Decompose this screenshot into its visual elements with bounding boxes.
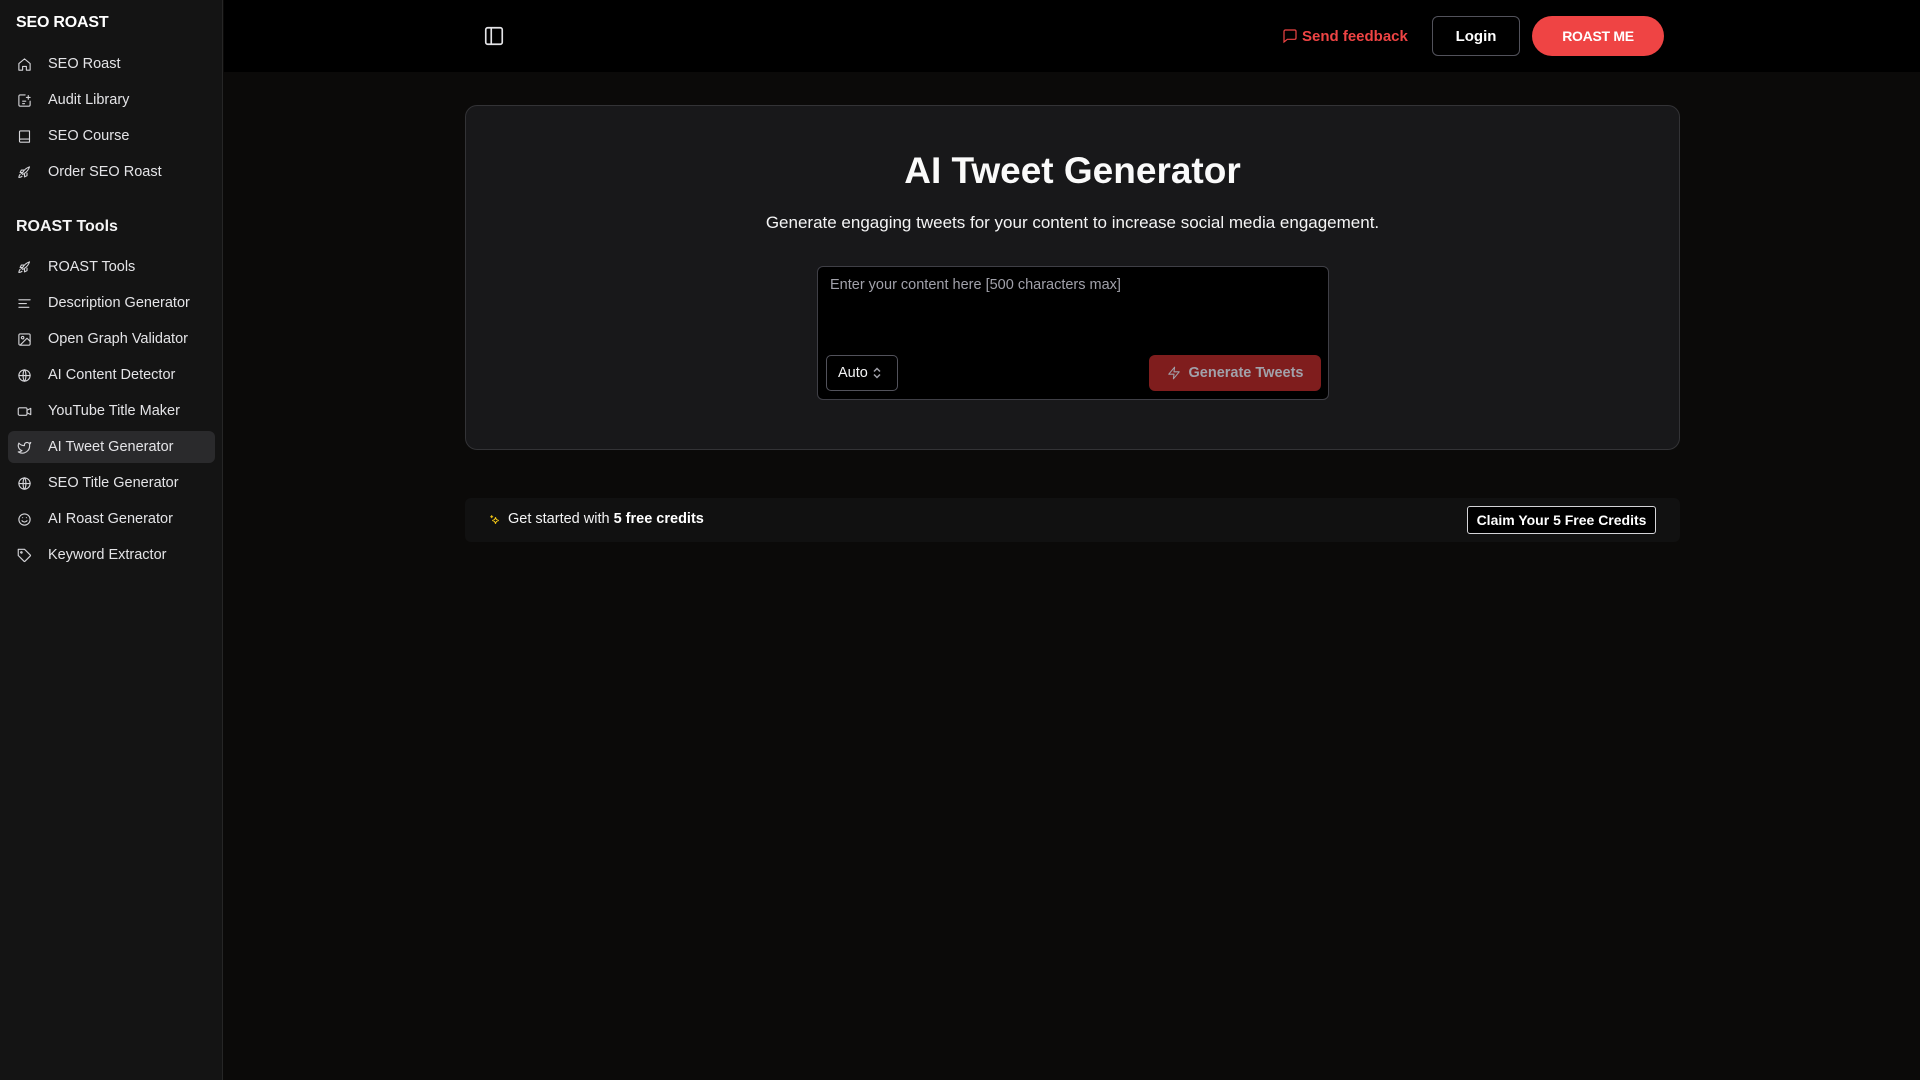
- home-icon: [16, 56, 32, 72]
- library-icon: [16, 92, 32, 108]
- panel-left-icon: [484, 26, 504, 46]
- login-button[interactable]: Login: [1432, 16, 1520, 56]
- tone-select[interactable]: Auto: [826, 355, 898, 391]
- roast-me-button[interactable]: ROAST ME: [1532, 16, 1664, 56]
- sidebar-item-ai-tweet-generator[interactable]: AI Tweet Generator: [8, 431, 215, 463]
- sidebar-item-label: Audit Library: [48, 92, 130, 108]
- sidebar-toggle-button[interactable]: [482, 24, 506, 48]
- lightning-icon: [1167, 366, 1180, 380]
- sidebar-item-label: SEO Course: [48, 128, 130, 144]
- credits-text: Get started with 5 free credits: [508, 511, 704, 527]
- sidebar-item-keyword-extractor[interactable]: Keyword Extractor: [8, 539, 215, 571]
- claim-free-credits-button[interactable]: Claim Your 5 Free Credits: [1467, 506, 1656, 534]
- credits-highlight: 5 free credits: [613, 511, 704, 527]
- tag-icon: [16, 547, 32, 563]
- tone-select-value: Auto: [838, 365, 868, 381]
- sidebar-item-seo-title-generator[interactable]: SEO Title Generator: [8, 467, 215, 499]
- content-composer: Auto Generate Tweets: [817, 266, 1329, 400]
- sidebar-item-label: Order SEO Roast: [48, 164, 162, 180]
- smile-icon: [16, 511, 32, 527]
- sidebar-section-title: ROAST Tools: [16, 218, 118, 235]
- sidebar: SEO ROAST SEO Roast Audit Library SEO Co…: [0, 0, 223, 1080]
- send-feedback-label: Send feedback: [1302, 27, 1408, 45]
- sidebar-item-roast-tools[interactable]: ROAST Tools: [8, 251, 215, 283]
- tweet-generator-card: AI Tweet Generator Generate engaging twe…: [465, 105, 1680, 450]
- sidebar-item-label: SEO Roast: [48, 56, 121, 72]
- sidebar-item-label: AI Tweet Generator: [48, 439, 174, 455]
- sidebar-item-order-seo-roast[interactable]: Order SEO Roast: [8, 156, 215, 188]
- sidebar-item-open-graph-validator[interactable]: Open Graph Validator: [8, 323, 215, 355]
- message-icon: [1283, 29, 1297, 44]
- sidebar-item-label: AI Roast Generator: [48, 511, 173, 527]
- sidebar-item-description-generator[interactable]: Description Generator: [8, 287, 215, 319]
- sidebar-item-label: YouTube Title Maker: [48, 403, 180, 419]
- rocket-icon: [16, 259, 32, 275]
- video-icon: [16, 403, 32, 419]
- top-header: Send feedback Login ROAST ME: [224, 0, 1920, 72]
- rocket-icon: [16, 164, 32, 180]
- chevron-up-down-icon: [873, 367, 881, 379]
- book-icon: [16, 128, 32, 144]
- globe-icon: [16, 475, 32, 491]
- credits-prefix: Get started with: [508, 511, 610, 527]
- sidebar-item-label: Open Graph Validator: [48, 331, 188, 347]
- content-input[interactable]: [818, 267, 1328, 347]
- globe-icon: [16, 367, 32, 383]
- sidebar-item-seo-course[interactable]: SEO Course: [8, 120, 215, 152]
- twitter-icon: [16, 439, 32, 455]
- sidebar-item-label: Keyword Extractor: [48, 547, 167, 563]
- sidebar-item-label: Description Generator: [48, 295, 190, 311]
- free-credits-banner: Get started with 5 free credits Claim Yo…: [465, 498, 1680, 542]
- sparkle-icon: [487, 512, 503, 528]
- sidebar-item-ai-content-detector[interactable]: AI Content Detector: [8, 359, 215, 391]
- sidebar-item-seo-roast[interactable]: SEO Roast: [8, 48, 215, 80]
- sidebar-item-ai-roast-generator[interactable]: AI Roast Generator: [8, 503, 215, 535]
- text-lines-icon: [16, 295, 32, 311]
- sidebar-item-youtube-title-maker[interactable]: YouTube Title Maker: [8, 395, 215, 427]
- page-subtitle: Generate engaging tweets for your conten…: [765, 213, 1380, 232]
- generate-tweets-label: Generate Tweets: [1188, 365, 1304, 381]
- page-title: AI Tweet Generator: [904, 150, 1241, 191]
- sidebar-item-label: SEO Title Generator: [48, 475, 179, 491]
- brand-logo-text[interactable]: SEO ROAST: [16, 14, 109, 32]
- sidebar-item-label: AI Content Detector: [48, 367, 176, 383]
- generate-tweets-button[interactable]: Generate Tweets: [1149, 355, 1321, 391]
- image-icon: [16, 331, 32, 347]
- sidebar-item-audit-library[interactable]: Audit Library: [8, 84, 215, 116]
- send-feedback-link[interactable]: Send feedback: [1282, 26, 1408, 46]
- sidebar-item-label: ROAST Tools: [48, 259, 136, 275]
